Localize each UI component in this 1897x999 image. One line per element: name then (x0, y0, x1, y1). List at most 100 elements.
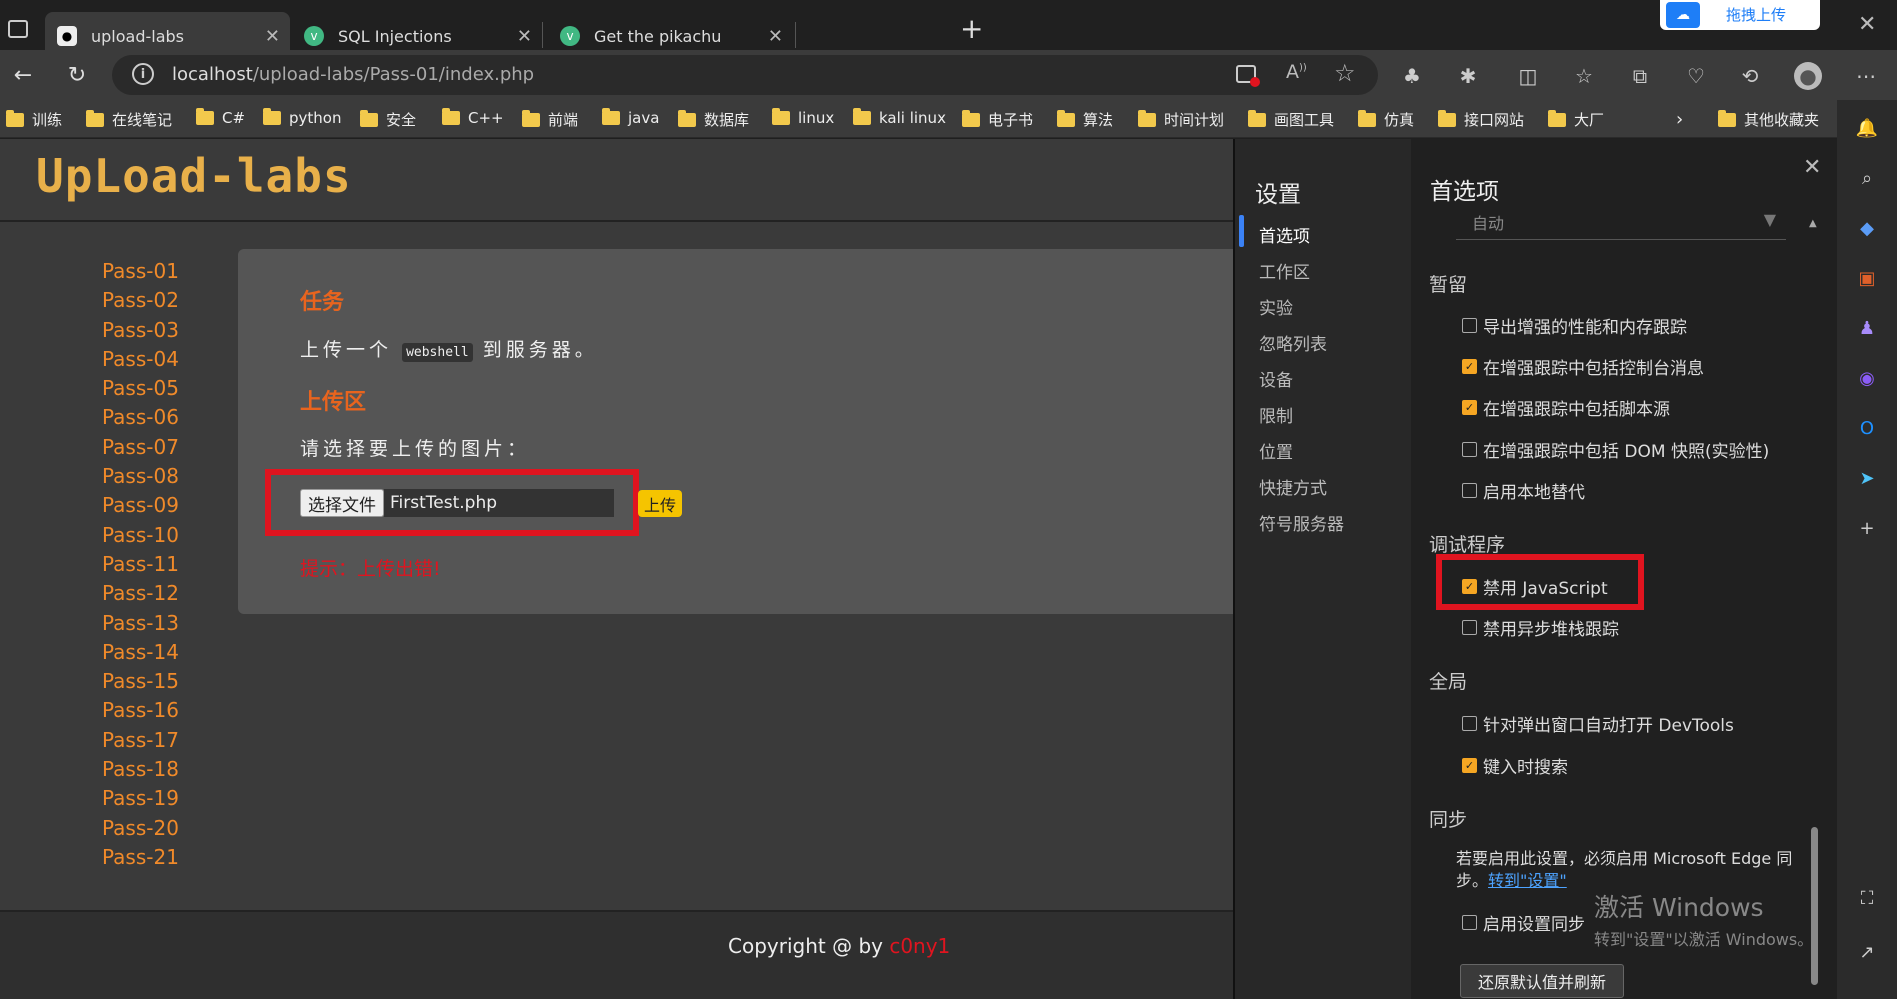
nav-preferences[interactable]: 首选项 (1259, 222, 1310, 247)
pass-link[interactable]: Pass-06 (102, 403, 179, 432)
checkbox-checked[interactable]: ✓ (1462, 400, 1477, 415)
bookmark-folder[interactable]: C++ (442, 108, 504, 127)
bookmark-folder[interactable]: C# (196, 108, 245, 127)
option-local-overrides[interactable]: 启用本地替代 (1462, 478, 1585, 503)
checkbox-checked[interactable]: ✓ (1462, 359, 1477, 374)
window-close-icon[interactable]: ✕ (1858, 12, 1876, 37)
other-bookmarks[interactable]: 其他收藏夹 (1718, 109, 1819, 130)
bookmark-folder[interactable]: 训练 (6, 109, 62, 130)
bookmark-folder[interactable]: 画图工具 (1248, 109, 1334, 130)
nav-locations[interactable]: 位置 (1259, 438, 1293, 463)
bookmark-folder[interactable]: 算法 (1057, 109, 1113, 130)
split-screen-icon[interactable]: ◫ (1514, 62, 1542, 90)
bookmark-folder[interactable]: 数据库 (678, 109, 749, 130)
bookmark-folder[interactable]: 安全 (360, 109, 416, 130)
option-settings-sync[interactable]: 启用设置同步 (1462, 910, 1585, 935)
site-info-icon[interactable]: i (132, 63, 154, 85)
toolbox-icon[interactable]: ▣ (1855, 266, 1879, 290)
bookmark-folder[interactable]: 仿真 (1358, 109, 1414, 130)
option-export-traces[interactable]: 导出增强的性能和内存跟踪 (1462, 313, 1687, 338)
bookmark-folder[interactable]: 时间计划 (1138, 109, 1224, 130)
pass-link[interactable]: Pass-12 (102, 579, 179, 608)
bookmark-folder[interactable]: 大厂 (1548, 109, 1604, 130)
pass-link[interactable]: Pass-07 (102, 433, 179, 462)
nav-shortcuts[interactable]: 快捷方式 (1259, 474, 1327, 499)
screenshot-icon[interactable]: ⛶ (1855, 886, 1879, 910)
option-search-as-type[interactable]: ✓ 键入时搜索 (1462, 753, 1568, 778)
nav-throttling[interactable]: 限制 (1259, 402, 1293, 427)
nav-symbol-server[interactable]: 符号服务器 (1259, 510, 1344, 535)
more-menu-icon[interactable]: ⋯ (1852, 62, 1880, 90)
pass-link[interactable]: Pass-03 (102, 316, 179, 345)
bookmark-folder[interactable]: linux (772, 108, 834, 127)
pass-link[interactable]: Pass-05 (102, 374, 179, 403)
option-disable-async-stack[interactable]: 禁用异步堆栈跟踪 (1462, 615, 1619, 640)
checkbox[interactable] (1462, 483, 1477, 498)
baidu-upload-widget[interactable]: ☁ 拖拽上传 (1660, 0, 1820, 30)
read-aloud-icon[interactable]: A)) (1286, 61, 1307, 83)
checkbox[interactable] (1462, 442, 1477, 457)
pass-link[interactable]: Pass-01 (102, 257, 179, 286)
checkbox-checked[interactable]: ✓ (1462, 758, 1477, 773)
checkbox[interactable] (1462, 716, 1477, 731)
pass-link[interactable]: Pass-13 (102, 609, 179, 638)
option-script-source[interactable]: ✓ 在增强跟踪中包括脚本源 (1462, 395, 1670, 420)
pass-link[interactable]: Pass-02 (102, 286, 179, 315)
bookmark-folder[interactable]: 接口网站 (1438, 109, 1524, 130)
bookmark-folder[interactable]: 电子书 (962, 109, 1033, 130)
close-tab-icon[interactable]: ✕ (768, 26, 783, 47)
upload-button[interactable]: 上传 (638, 490, 682, 517)
collections-icon[interactable]: ⧉ (1626, 62, 1654, 90)
pass-link[interactable]: Pass-09 (102, 491, 179, 520)
games-icon[interactable]: ♟ (1855, 316, 1879, 340)
extension-icon[interactable]: ♣ (1398, 62, 1426, 90)
option-console-messages[interactable]: ✓ 在增强跟踪中包括控制台消息 (1462, 354, 1704, 379)
checkbox[interactable] (1462, 318, 1477, 333)
option-disable-javascript[interactable]: ✓ 禁用 JavaScript (1462, 574, 1608, 599)
refresh-icon[interactable]: ↻ (62, 60, 92, 90)
pass-link[interactable]: Pass-14 (102, 638, 179, 667)
new-tab-icon[interactable]: + (960, 12, 983, 45)
pass-link[interactable]: Pass-04 (102, 345, 179, 374)
search-icon[interactable]: ⌕ (1855, 166, 1879, 190)
pass-link[interactable]: Pass-08 (102, 462, 179, 491)
nav-experiments[interactable]: 实验 (1259, 294, 1293, 319)
pass-link[interactable]: Pass-18 (102, 755, 179, 784)
pass-link[interactable]: Pass-21 (102, 843, 179, 872)
url-text[interactable]: localhost/upload-labs/Pass-01/index.php (172, 64, 534, 85)
choose-file-button[interactable]: 选择文件 (300, 489, 384, 517)
copilot-icon[interactable]: ◉ (1855, 366, 1879, 390)
screen-record-icon[interactable] (1236, 65, 1260, 87)
close-tab-icon[interactable]: ✕ (265, 26, 280, 47)
address-bar[interactable]: i localhost/upload-labs/Pass-01/index.ph… (112, 55, 1378, 95)
pass-link[interactable]: Pass-17 (102, 726, 179, 755)
add-icon[interactable]: + (1855, 516, 1879, 540)
favorite-star-icon[interactable]: ☆ (1334, 59, 1356, 87)
author-link[interactable]: c0ny1 (889, 934, 950, 958)
theme-select[interactable]: 自动 ▼ (1456, 210, 1786, 240)
tab-actions-icon[interactable] (8, 20, 28, 38)
bookmark-folder[interactable]: 前端 (522, 109, 578, 130)
bookmark-folder[interactable]: 在线笔记 (86, 109, 172, 130)
performance-icon[interactable]: ♡ (1682, 62, 1710, 90)
pass-link[interactable]: Pass-16 (102, 696, 179, 725)
external-link-icon[interactable]: ↗ (1855, 940, 1879, 964)
outlook-icon[interactable]: O (1855, 416, 1879, 440)
option-dom-snapshot[interactable]: 在增强跟踪中包括 DOM 快照(实验性) (1462, 437, 1769, 462)
scroll-up-icon[interactable]: ▲ (1809, 218, 1817, 229)
nav-devices[interactable]: 设备 (1259, 366, 1293, 391)
pass-link[interactable]: Pass-11 (102, 550, 179, 579)
pass-link[interactable]: Pass-19 (102, 784, 179, 813)
puzzle-icon[interactable]: ✱ (1454, 62, 1482, 90)
pass-link[interactable]: Pass-20 (102, 814, 179, 843)
restore-defaults-button[interactable]: 还原默认值并刷新 (1460, 964, 1624, 998)
notification-bell-icon[interactable]: 🔔 (1855, 116, 1879, 140)
checkbox-checked[interactable]: ✓ (1462, 579, 1477, 594)
nav-workspace[interactable]: 工作区 (1259, 258, 1310, 283)
sync-settings-link[interactable]: 转到"设置" (1488, 871, 1567, 890)
pass-link[interactable]: Pass-15 (102, 667, 179, 696)
close-settings-icon[interactable]: ✕ (1803, 155, 1821, 180)
settings-scrollbar[interactable] (1811, 827, 1818, 985)
pass-link[interactable]: Pass-10 (102, 521, 179, 550)
favorites-icon[interactable]: ☆ (1570, 62, 1598, 90)
